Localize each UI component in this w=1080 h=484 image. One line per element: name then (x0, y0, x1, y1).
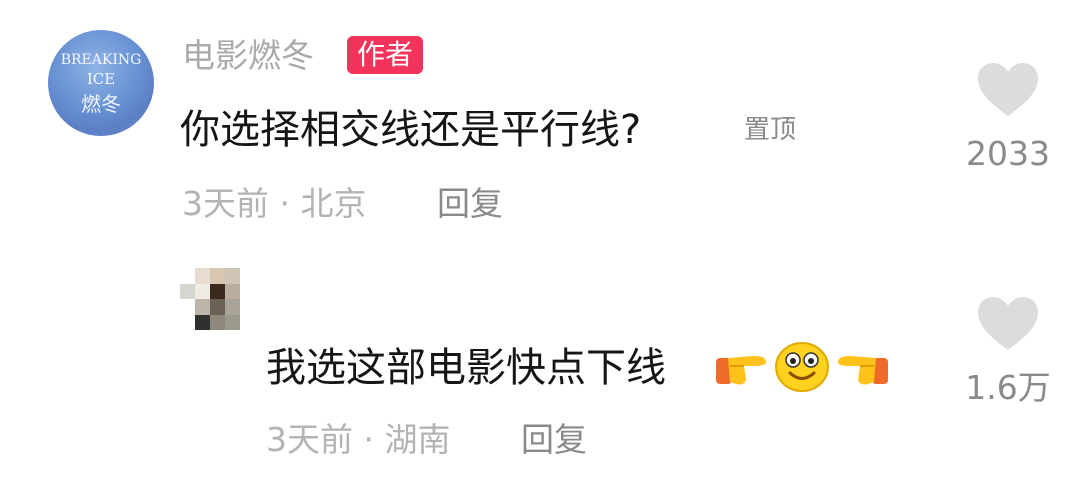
pointing-left-emoji (834, 344, 890, 388)
reply-text[interactable]: 我选这部电影快点下线 (266, 342, 666, 394)
author-badge: 作者 (347, 36, 424, 74)
avatar-text-breaking: BREAKING (60, 52, 142, 68)
avatar-text-ice: ICE (86, 70, 116, 88)
heart-icon[interactable] (976, 296, 1040, 352)
avatar-text-glyph: 燃冬 (81, 92, 121, 116)
pointing-right-emoji (714, 344, 770, 388)
reply-button[interactable]: 回复 (437, 184, 503, 224)
comment-thread: BREAKING ICE 燃冬 电影燃冬 作者 你选择相交线还是平行线? 置顶 … (0, 0, 1080, 484)
comment-time-location: 3天前 · 北京 (182, 184, 367, 223)
username[interactable]: 电影燃冬 (182, 34, 314, 78)
reply-avatar[interactable] (180, 268, 240, 330)
smiley-face-emoji (774, 340, 830, 392)
comment-text[interactable]: 你选择相交线还是平行线? (180, 104, 641, 156)
heart-icon[interactable] (976, 62, 1040, 118)
reply-button[interactable]: 回复 (521, 420, 587, 460)
like-count: 1.6万 (965, 368, 1051, 407)
pinned-tag: 置顶 (744, 115, 797, 145)
reply-time-location: 3天前 · 湖南 (266, 420, 451, 459)
like-count: 2033 (966, 134, 1050, 173)
avatar[interactable]: BREAKING ICE 燃冬 (48, 30, 154, 136)
